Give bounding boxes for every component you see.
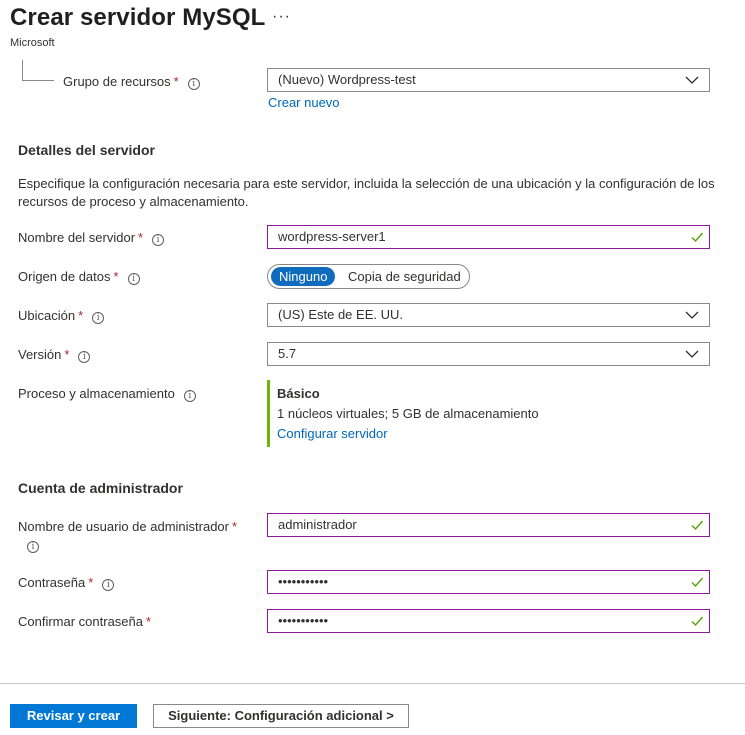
compute-accent-bar (267, 380, 270, 447)
resource-group-value: (Nuevo) Wordpress-test (278, 72, 416, 87)
resource-group-label: Grupo de recursos * i (63, 74, 200, 90)
location-label-text: Ubicación (18, 308, 76, 323)
compute-tier: Básico (277, 386, 320, 401)
confirm-password-input[interactable]: ••••••••••• (267, 609, 710, 633)
confirm-password-label-text: Confirmar contraseña (18, 614, 143, 629)
info-icon[interactable]: i (187, 78, 200, 90)
tree-connector-horizontal (22, 80, 54, 81)
required-asterisk: * (173, 74, 179, 89)
tree-connector-vertical (22, 60, 23, 80)
version-label: Versión * i (18, 347, 91, 363)
server-details-description: Especifique la configuración necesaria p… (18, 176, 715, 209)
compute-storage-label-text: Proceso y almacenamiento (18, 386, 175, 401)
checkmark-icon (691, 616, 704, 627)
review-create-button[interactable]: Revisar y crear (10, 704, 137, 728)
chevron-down-icon (685, 76, 699, 84)
version-select[interactable]: 5.7 (267, 342, 710, 366)
server-name-input[interactable]: wordpress-server1 (267, 225, 710, 249)
server-name-value: wordpress-server1 (278, 229, 386, 244)
admin-username-label-text: Nombre de usuario de administrador (18, 519, 229, 534)
data-source-option-none[interactable]: Ninguno (271, 267, 336, 286)
admin-username-label: Nombre de usuario de administrador * i (18, 518, 258, 554)
compute-storage-label: Proceso y almacenamiento i (18, 386, 196, 402)
data-source-option-backup[interactable]: Copia de seguridad (348, 267, 461, 286)
checkmark-icon (691, 232, 704, 243)
confirm-password-value: ••••••••••• (278, 613, 329, 628)
server-name-label-text: Nombre del servidor (18, 230, 136, 245)
required-asterisk: * (146, 614, 152, 629)
next-additional-settings-button[interactable]: Siguiente: Configuración adicional > (153, 704, 409, 728)
info-icon[interactable]: i (78, 351, 91, 363)
required-asterisk: * (64, 347, 70, 362)
info-icon[interactable]: i (92, 312, 105, 324)
required-asterisk: * (138, 230, 144, 245)
required-asterisk: * (232, 519, 238, 534)
chevron-down-icon (685, 311, 699, 319)
page-title: Crear servidor MySQL (10, 4, 266, 31)
publisher-label: Microsoft (10, 37, 55, 49)
compute-summary: 1 núcleos virtuales; 5 GB de almacenamie… (277, 406, 539, 421)
admin-username-value: administrador (278, 517, 357, 532)
admin-account-heading: Cuenta de administrador (18, 480, 183, 496)
chevron-down-icon (685, 350, 699, 358)
version-value: 5.7 (278, 346, 297, 361)
checkmark-icon (691, 520, 704, 531)
password-label-text: Contraseña (18, 575, 86, 590)
location-label: Ubicación * i (18, 308, 105, 324)
resource-group-select[interactable]: (Nuevo) Wordpress-test (267, 68, 710, 92)
admin-username-input[interactable]: administrador (267, 513, 710, 537)
info-icon[interactable]: i (27, 541, 39, 553)
info-icon[interactable]: i (152, 234, 165, 246)
password-input[interactable]: ••••••••••• (267, 570, 710, 594)
password-label: Contraseña * i (18, 575, 115, 591)
server-name-label: Nombre del servidor * i (18, 230, 165, 246)
info-icon[interactable]: i (102, 579, 115, 591)
password-value: ••••••••••• (278, 574, 329, 589)
more-options-icon[interactable]: ··· (272, 8, 291, 26)
info-icon[interactable]: i (127, 273, 140, 285)
data-source-label: Origen de datos * i (18, 269, 140, 285)
confirm-password-label: Confirmar contraseña * (18, 614, 151, 629)
footer-divider (0, 683, 745, 684)
create-new-link[interactable]: Crear nuevo (268, 95, 340, 110)
version-label-text: Versión (18, 347, 62, 362)
location-select[interactable]: (US) Este de EE. UU. (267, 303, 710, 327)
location-value: (US) Este de EE. UU. (278, 307, 403, 322)
data-source-label-text: Origen de datos (18, 269, 111, 284)
checkmark-icon (691, 577, 704, 588)
resource-group-label-text: Grupo de recursos (63, 74, 171, 89)
server-details-heading: Detalles del servidor (18, 142, 155, 158)
required-asterisk: * (88, 575, 94, 590)
configure-server-link[interactable]: Configurar servidor (277, 426, 388, 441)
required-asterisk: * (78, 308, 84, 323)
data-source-toggle: Ninguno Copia de seguridad (267, 264, 470, 289)
required-asterisk: * (113, 269, 119, 284)
info-icon[interactable]: i (183, 390, 196, 402)
